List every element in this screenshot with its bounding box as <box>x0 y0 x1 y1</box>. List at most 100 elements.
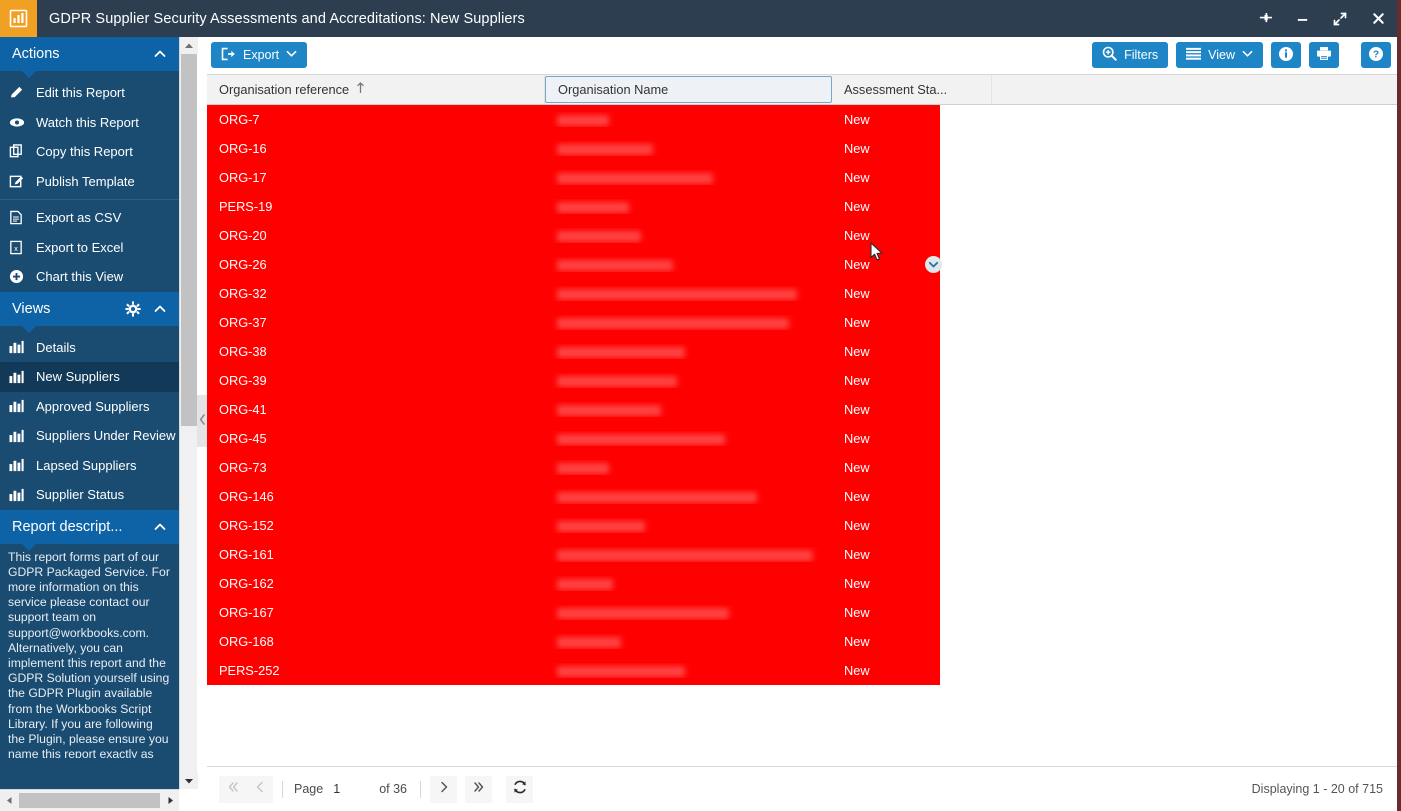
triangle-down-icon[interactable] <box>180 772 198 789</box>
triangle-left-icon[interactable] <box>0 790 18 811</box>
sidebar-item-copy-this-report[interactable]: Copy this Report <box>0 137 179 167</box>
sidebar-item-label: Watch this Report <box>36 114 139 130</box>
sidebar-item-export-as-csv[interactable]: Export as CSV <box>0 203 179 233</box>
table-row[interactable]: ORG-26 New <box>207 250 942 279</box>
table-row[interactable]: ORG-37 New <box>207 308 940 337</box>
gear-icon[interactable] <box>125 300 141 317</box>
maximize-icon[interactable] <box>1329 8 1351 30</box>
table-row[interactable]: ORG-45 New <box>207 424 940 453</box>
sidebar: Actions Edit this Report Watch this Repo… <box>0 37 179 811</box>
sidebar-item-approved-suppliers[interactable]: Approved Suppliers <box>0 392 179 422</box>
next-page-button[interactable] <box>430 775 458 803</box>
table-row[interactable]: ORG-20 New <box>207 221 940 250</box>
column-header-organisation-name[interactable]: Organisation Name <box>545 76 832 103</box>
export-button[interactable]: Export <box>211 42 308 68</box>
cell-organisation-name <box>545 315 832 330</box>
report-description-text: This report forms part of our GDPR Packa… <box>8 549 170 758</box>
table-row[interactable]: ORG-32 New <box>207 279 940 308</box>
column-header-empty[interactable] <box>992 75 1397 104</box>
table-row[interactable]: ORG-162 New <box>207 569 940 598</box>
scroll-thumb-horizontal[interactable] <box>19 793 160 808</box>
column-header-assessment-status[interactable]: Assessment Sta... <box>832 75 992 104</box>
column-header-organisation-reference[interactable]: Organisation reference <box>207 75 545 104</box>
cell-organisation-name <box>545 344 832 359</box>
double-chevron-right-icon <box>472 780 486 798</box>
cell-assessment-status: New <box>844 518 870 533</box>
cell-organisation-name <box>545 170 832 185</box>
view-button[interactable]: View <box>1176 42 1263 68</box>
cell-organisation-name <box>545 576 832 591</box>
refresh-button[interactable] <box>506 775 534 803</box>
table-row[interactable]: ORG-38 New <box>207 337 940 366</box>
triangle-up-icon[interactable] <box>180 37 198 54</box>
sidebar-panel-views-header[interactable]: Views <box>0 291 179 333</box>
table-row[interactable]: ORG-41 New <box>207 395 940 424</box>
chevron-down-circle-icon[interactable] <box>925 256 942 273</box>
filters-button[interactable]: Filters <box>1092 42 1169 68</box>
scroll-thumb-vertical[interactable] <box>181 54 197 426</box>
chevron-up-icon[interactable] <box>153 520 167 534</box>
cell-organisation-reference: ORG-45 <box>219 431 267 446</box>
table-row[interactable]: PERS-19 New <box>207 192 940 221</box>
page-total-label: of 36 <box>379 782 408 796</box>
print-button[interactable] <box>1309 42 1339 68</box>
table-row[interactable]: ORG-168 New <box>207 627 940 656</box>
redacted-value <box>557 521 645 533</box>
table-row[interactable]: ORG-161 New <box>207 540 940 569</box>
table-row[interactable]: ORG-167 New <box>207 598 940 627</box>
bar-chart-icon <box>9 398 29 414</box>
sidebar-item-details[interactable]: Details <box>0 333 179 363</box>
last-page-button[interactable] <box>465 775 493 803</box>
sidebar-item-export-to-excel[interactable]: x Export to Excel <box>0 233 179 263</box>
chevron-up-icon[interactable] <box>153 47 167 61</box>
redacted-value <box>557 637 621 649</box>
sidebar-item-publish-template[interactable]: Publish Template <box>0 167 179 197</box>
sidebar-item-lapsed-suppliers[interactable]: Lapsed Suppliers <box>0 451 179 481</box>
export-button-label: Export <box>243 48 280 62</box>
sidebar-item-edit-this-report[interactable]: Edit this Report <box>0 78 179 108</box>
sidebar-panel-report-description-header[interactable]: Report descript... <box>0 509 179 551</box>
sidebar-item-watch-this-report[interactable]: Watch this Report <box>0 108 179 138</box>
sidebar-vertical-scrollbar[interactable] <box>179 37 198 789</box>
sidebar-horizontal-scrollbar[interactable] <box>0 789 179 811</box>
table-row[interactable]: PERS-252 New <box>207 656 940 685</box>
previous-page-button[interactable] <box>246 775 273 803</box>
plus-circle-icon <box>9 269 29 285</box>
table-row[interactable]: ORG-7 New <box>207 105 940 134</box>
chevron-left-icon <box>253 780 267 798</box>
sidebar-collapse-handle[interactable] <box>197 395 207 447</box>
printer-icon <box>1316 46 1332 64</box>
triangle-right-icon[interactable] <box>161 790 179 811</box>
table-row[interactable]: ORG-16 New <box>207 134 940 163</box>
grid-rows: ORG-7 New ORG-16 New ORG-17 New PERS-19 New ORG-… <box>207 105 942 685</box>
table-row[interactable]: ORG-146 New <box>207 482 940 511</box>
info-button[interactable] <box>1271 42 1301 68</box>
sidebar-item-label: Copy this Report <box>36 144 133 160</box>
table-row[interactable]: ORG-73 New <box>207 453 940 482</box>
page-number-input[interactable] <box>333 778 380 800</box>
table-row[interactable]: ORG-17 New <box>207 163 940 192</box>
sidebar-item-chart-this-view[interactable]: Chart this View <box>0 262 179 292</box>
sidebar-panel-actions-header[interactable]: Actions <box>0 37 179 78</box>
sidebar-item-supplier-status[interactable]: Supplier Status <box>0 480 179 510</box>
sidebar-item-label: New Suppliers <box>36 369 120 385</box>
cell-assessment-status: New <box>844 199 870 214</box>
help-button[interactable]: ? <box>1361 42 1391 68</box>
table-row[interactable]: ORG-39 New <box>207 366 940 395</box>
cell-organisation-reference: ORG-7 <box>219 112 260 127</box>
chevron-up-icon[interactable] <box>153 302 167 316</box>
pin-icon[interactable] <box>1253 8 1275 30</box>
redacted-value <box>557 202 629 214</box>
redacted-value <box>557 318 789 330</box>
minimize-icon[interactable] <box>1291 8 1313 30</box>
bar-chart-icon <box>9 9 28 28</box>
cell-organisation-name <box>545 228 832 243</box>
sidebar-item-suppliers-under-review[interactable]: Suppliers Under Review <box>0 421 179 451</box>
redacted-value <box>557 579 613 591</box>
redacted-value <box>557 231 641 243</box>
close-icon[interactable] <box>1367 8 1389 30</box>
table-row[interactable]: ORG-152 New <box>207 511 940 540</box>
first-page-button[interactable] <box>219 775 246 803</box>
redacted-value <box>557 405 661 417</box>
sidebar-item-new-suppliers[interactable]: New Suppliers <box>0 362 179 392</box>
